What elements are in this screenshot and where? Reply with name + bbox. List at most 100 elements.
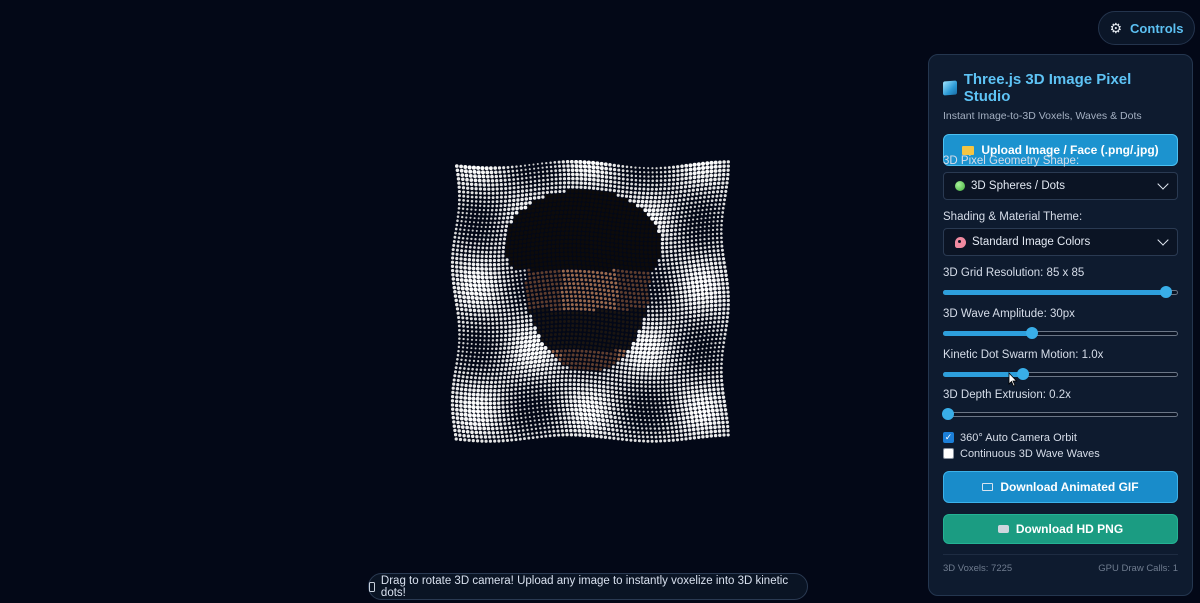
voxel-dot [686,378,690,382]
voxel-dot [663,170,667,174]
auto-orbit-checkbox-row[interactable]: ✓ 360° Auto Camera Orbit [943,430,1178,445]
voxel-dot [571,181,575,185]
voxel-render-canvas[interactable] [448,160,733,446]
material-theme-label: Shading & Material Theme: [943,211,1083,223]
voxel-dot [610,381,614,386]
voxel-dot [573,374,577,378]
download-png-button[interactable]: Download HD PNG [943,514,1178,544]
voxel-dot [714,198,718,202]
swarm-motion-slider[interactable] [943,367,1178,381]
voxel-dot [596,325,600,329]
wave-amplitude-slider[interactable] [943,326,1178,340]
voxel-dot [707,278,712,283]
voxel-dot [615,369,619,374]
voxel-dot [696,401,701,406]
geometry-shape-select[interactable]: 3D Spheres / Dots [943,172,1178,200]
voxel-dot [478,208,481,212]
slider-thumb[interactable] [1026,327,1039,339]
voxel-dot [578,433,582,437]
voxel-dot [451,407,455,411]
voxel-dot [526,386,530,390]
voxel-dot [570,332,574,336]
voxel-dot [628,194,633,199]
voxel-dot [695,335,698,338]
download-gif-button[interactable]: Download Animated GIF [943,471,1178,503]
voxel-dot [667,312,672,317]
voxel-dot [583,274,587,278]
slider-thumb[interactable] [1160,286,1173,298]
swarm-motion-label: Kinetic Dot Swarm Motion: 1.0x [943,349,1104,361]
continuous-waves-checkbox-row[interactable]: Continuous 3D Wave Waves [943,446,1178,461]
voxel-dot [683,403,688,408]
depth-extrusion-slider[interactable] [941,407,1178,421]
voxel-dot [468,169,473,174]
voxel-dot [665,393,669,396]
voxel-dot [611,398,615,403]
slider-thumb[interactable] [1016,368,1029,380]
voxel-dot [484,300,488,305]
voxel-dot [606,343,610,347]
voxel-dot [587,173,592,178]
continuous-waves-checkbox[interactable] [943,448,954,459]
controls-toggle-button[interactable]: ⚙ Controls [1098,11,1195,45]
app-stage[interactable]: ⚙ Controls Three.js 3D Image Pixel Studi… [0,0,1200,603]
voxel-dot [514,295,517,299]
voxel-dot [528,415,531,419]
voxel-dot [492,401,497,406]
voxel-dot [481,309,485,313]
slider-thumb[interactable] [941,408,954,420]
grid-resolution-slider[interactable] [943,285,1178,299]
voxel-dot [558,303,562,307]
voxel-dot [639,418,642,421]
voxel-dot [450,394,455,399]
voxel-dot [672,350,676,354]
voxel-dot [490,317,495,321]
voxel-dot [521,429,525,432]
voxel-dot [619,260,624,265]
voxel-dot [560,425,564,429]
voxel-dot [597,283,601,287]
voxel-dot [719,232,723,235]
voxel-dot [667,178,671,182]
voxel-dot [560,206,564,211]
voxel-dot [471,229,474,232]
voxel-dot [698,200,701,204]
voxel-dot [475,233,478,237]
voxel-dot [521,425,524,428]
voxel-dot [683,223,686,227]
voxel-dot [720,358,724,361]
voxel-dot [480,384,485,389]
voxel-dot [653,368,657,372]
voxel-dot [619,391,623,395]
voxel-dot [673,278,677,283]
voxel-dot [691,251,695,255]
voxel-dot [591,412,596,418]
voxel-dot [516,185,520,189]
voxel-dot [725,315,729,319]
voxel-dot [678,232,681,236]
material-theme-select[interactable]: Standard Image Colors [943,228,1178,256]
voxel-dot [645,334,650,339]
voxel-dot [487,343,490,346]
voxel-dot [703,380,707,384]
voxel-dot [600,326,604,330]
voxel-dot [699,368,702,372]
voxel-dot [540,271,544,275]
voxel-dot [568,248,572,252]
voxel-dot [585,387,589,391]
voxel-dot [566,273,570,277]
voxel-dot [638,313,642,317]
voxel-dot [680,408,684,412]
voxel-dot [692,171,697,176]
voxel-dot [535,208,540,213]
voxel-dot [631,388,635,392]
auto-orbit-checkbox[interactable]: ✓ [943,432,954,443]
voxel-dot [597,392,602,397]
voxel-dot [605,318,608,322]
voxel-dot [675,220,678,223]
voxel-dot [463,265,467,270]
voxel-dot [533,179,537,183]
voxel-dot [471,400,476,405]
voxel-dot [576,382,581,387]
voxel-dot [572,282,576,286]
